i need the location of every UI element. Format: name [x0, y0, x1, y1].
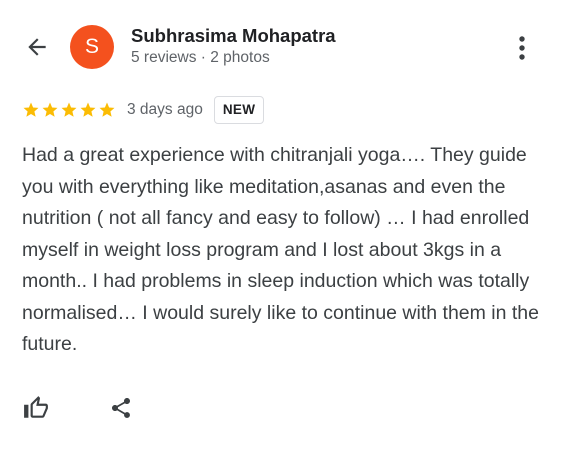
star-rating: [22, 101, 117, 119]
star-icon: [23, 102, 39, 117]
star-icon: [80, 102, 96, 117]
review-time: 3 days ago: [127, 101, 203, 118]
review-text: Had a great experience with chitranjali …: [22, 144, 539, 355]
back-button[interactable]: [18, 28, 56, 66]
star-icon: [42, 102, 58, 117]
author-meta: 5 reviews · 2 photos: [131, 49, 270, 66]
star-icon: [61, 102, 77, 117]
author-name[interactable]: Subhrasima Mohapatra: [131, 25, 336, 47]
more-vert-icon: [519, 36, 525, 60]
star-icon: [99, 102, 115, 117]
share-button[interactable]: [105, 392, 137, 424]
more-options-button[interactable]: [508, 30, 536, 66]
rating-row: 3 days ago NEW: [22, 96, 265, 124]
arrow-back-icon: [28, 38, 46, 56]
thumb-up-icon: [24, 396, 48, 418]
like-button[interactable]: [20, 392, 52, 424]
new-badge: NEW: [213, 96, 265, 124]
avatar-initial: S: [84, 35, 99, 58]
avatar[interactable]: S: [70, 25, 114, 69]
share-icon: [112, 398, 130, 418]
